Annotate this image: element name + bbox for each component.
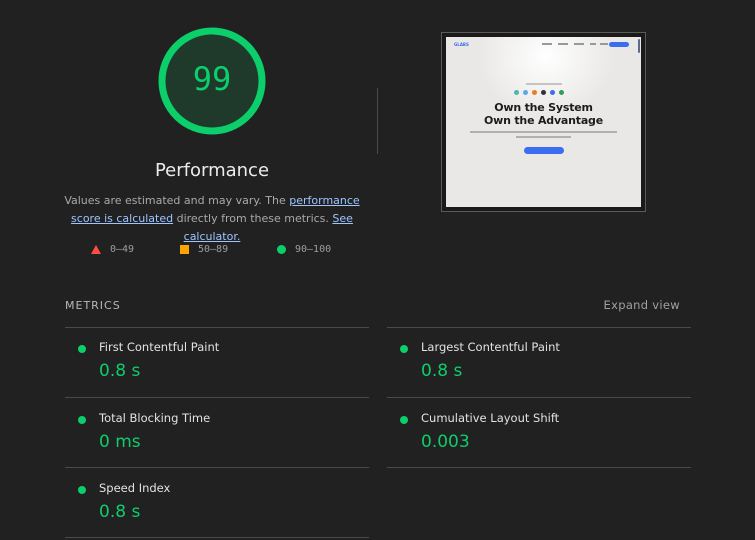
legend-fail-label: 0–49 <box>110 244 135 255</box>
screenshot-headline-line2: Own the Advantage <box>484 114 603 127</box>
legend-average-label: 50–89 <box>198 244 229 255</box>
performance-score: 99 <box>192 60 232 98</box>
legend-pass: 90–100 <box>277 244 331 255</box>
screenshot-icon <box>532 90 537 95</box>
metric-divider <box>387 467 691 468</box>
metric-divider <box>387 327 691 328</box>
circle-icon <box>277 245 286 254</box>
screenshot-nav-cta <box>609 42 629 47</box>
screenshot-icon <box>559 90 564 95</box>
metric-divider <box>387 397 691 398</box>
square-icon <box>180 245 189 254</box>
expand-view-button[interactable]: Expand view <box>604 298 680 312</box>
metric-divider <box>65 327 369 328</box>
screenshot-logo: GLABS <box>454 42 469 47</box>
pass-circle-icon <box>400 345 408 353</box>
screenshot-headline-line1: Own the System <box>494 101 593 114</box>
screenshot-nav-link <box>542 43 552 45</box>
legend-average: 50–89 <box>180 244 228 255</box>
screenshot-nav-link <box>590 43 596 45</box>
screenshot-icon-row <box>514 90 564 95</box>
metric-name: Largest Contentful Paint <box>421 340 560 354</box>
screenshot-button <box>524 147 564 154</box>
metric-name: First Contentful Paint <box>99 340 220 354</box>
performance-gauge: 99 <box>158 27 266 135</box>
screenshot-nav: GLABS <box>454 42 633 50</box>
screenshot-scrollbar <box>638 39 640 53</box>
metric-name: Cumulative Layout Shift <box>421 411 560 425</box>
screenshot-headline: Own the System Own the Advantage <box>446 101 641 127</box>
screenshot-icon <box>523 90 528 95</box>
metric-value: 0.8 s <box>99 361 141 381</box>
screenshot-icon <box>541 90 546 95</box>
performance-description: Values are estimated and may vary. The p… <box>60 192 364 246</box>
legend-pass-label: 90–100 <box>295 244 332 255</box>
metric-name: Total Blocking Time <box>99 411 211 425</box>
metric-divider <box>65 467 369 468</box>
metric-value: 0.8 s <box>99 502 141 522</box>
pass-circle-icon <box>78 416 86 424</box>
metric-value: 0 ms <box>99 432 141 452</box>
legend-fail: 0–49 <box>91 244 134 255</box>
vertical-divider <box>377 88 378 154</box>
screenshot-tagline <box>526 83 562 85</box>
metric-divider <box>65 537 369 538</box>
metrics-heading: METRICS <box>65 299 121 312</box>
pass-circle-icon <box>78 345 86 353</box>
screenshot-page: GLABS Own the System Own the Advantage <box>446 37 641 207</box>
screenshot-nav-link <box>558 43 568 45</box>
score-legend: 0–49 50–89 90–100 <box>0 244 420 260</box>
screenshot-subtext <box>516 136 571 138</box>
metric-value: 0.8 s <box>421 361 463 381</box>
pass-circle-icon <box>400 416 408 424</box>
screenshot-nav-link <box>574 43 584 45</box>
pass-circle-icon <box>78 486 86 494</box>
performance-title: Performance <box>154 160 270 181</box>
description-text-2: directly from these metrics. <box>173 212 333 225</box>
screenshot-icon <box>550 90 555 95</box>
metric-divider <box>65 397 369 398</box>
metric-name: Speed Index <box>99 481 171 495</box>
final-screenshot[interactable]: GLABS Own the System Own the Advantage <box>441 32 646 212</box>
screenshot-subtext <box>470 131 617 133</box>
screenshot-nav-link <box>600 43 608 45</box>
screenshot-icon <box>514 90 519 95</box>
triangle-icon <box>91 245 101 254</box>
metric-value: 0.003 <box>421 432 470 452</box>
description-text: Values are estimated and may vary. The <box>64 194 290 207</box>
